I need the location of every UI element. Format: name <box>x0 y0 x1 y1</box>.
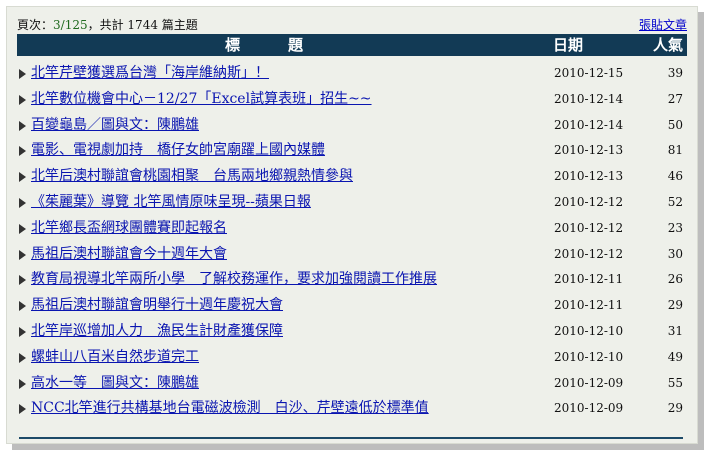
topic-views: 29 <box>667 401 683 416</box>
table-row: 馬祖后澳村聯誼會明舉行十週年慶祝大會 2010-12-11 29 <box>17 293 687 319</box>
bullet-arrow-icon <box>19 301 26 312</box>
table-row: 《茱麗葉》導覽 北竿風情原味呈現--蘋果日報 2010-12-12 52 <box>17 190 687 216</box>
topic-date: 2010-12-11 <box>554 298 624 313</box>
bullet-arrow-icon <box>19 378 26 389</box>
table-row: 北竿芹壁獲選爲台灣「海岸維納斯」！ 2010-12-15 39 <box>17 61 687 87</box>
title-column-header: 標題 <box>225 36 352 54</box>
table-row: 螺蚌山八百米自然步道完工 2010-12-10 49 <box>17 345 687 371</box>
bullet-arrow-icon <box>19 172 26 183</box>
post-article-link[interactable]: 張貼文章 <box>639 15 687 35</box>
bullet-arrow-icon <box>19 69 26 79</box>
topic-date: 2010-12-10 <box>554 323 624 338</box>
page-number: 3/125 <box>53 18 88 32</box>
topic-date: 2010-12-09 <box>554 401 624 416</box>
topic-title-link[interactable]: 北竿鄉長盃網球團體賽即起報名 <box>31 216 227 242</box>
topic-title-link[interactable]: 電影、電視劇加持 橋仔女帥宮廟躍上國內媒體 <box>31 138 325 164</box>
bullet-arrow-icon <box>19 94 26 105</box>
table-row: 北竿數位機會中心－12/27「Excel試算表班」招生~~ 2010-12-14 2… <box>17 87 687 113</box>
bullet-arrow-icon <box>19 223 26 234</box>
topic-date: 2010-12-12 <box>554 220 624 235</box>
table-header: 標題 日期 人氣 <box>17 34 687 56</box>
table-row: 馬祖后澳村聯誼會今十週年大會 2010-12-12 30 <box>17 242 687 268</box>
date-column-header: 日期 <box>553 36 584 54</box>
bullet-arrow-icon <box>19 275 26 286</box>
topic-views: 30 <box>667 246 683 261</box>
table-row: 北竿岸巡增加人力 漁民生計財產獲保障 2010-12-10 31 <box>17 319 687 345</box>
table-row: 電影、電視劇加持 橋仔女帥宮廟躍上國內媒體 2010-12-13 81 <box>17 138 687 164</box>
bottom-divider <box>19 437 683 439</box>
topic-date: 2010-12-11 <box>554 272 624 287</box>
table-row: 百變龜島／圖與文：陳鵬雄 2010-12-14 50 <box>17 113 687 139</box>
topic-title-link[interactable]: 螺蚌山八百米自然步道完工 <box>31 345 199 371</box>
table-row: 高水一等 圖與文：陳鵬雄 2010-12-09 55 <box>17 371 687 397</box>
topic-views: 39 <box>667 66 683 80</box>
topic-views: 49 <box>667 349 683 364</box>
topic-title-link[interactable]: 北竿后澳村聯誼會桃園相聚 台馬兩地鄉親熱情參與 <box>31 164 353 190</box>
topic-date: 2010-12-13 <box>554 143 624 158</box>
forum-panel: 頁次：3/125，共計 1744 篇主題 張貼文章 標題 日期 人氣 北竿芹壁獲… <box>6 6 698 444</box>
bullet-arrow-icon <box>19 404 26 415</box>
total-topics: ，共計 1744 篇主題 <box>87 18 198 32</box>
topic-title-link[interactable]: 北竿芹壁獲選爲台灣「海岸維納斯」！ <box>31 61 269 87</box>
bullet-arrow-icon <box>19 249 26 260</box>
topic-list: 北竿芹壁獲選爲台灣「海岸維納斯」！ 2010-12-15 39 北竿數位機會中心－12… <box>17 61 687 422</box>
topic-views: 26 <box>667 272 683 287</box>
topic-views: 29 <box>667 298 683 313</box>
topic-title-link[interactable]: 北竿岸巡增加人力 漁民生計財產獲保障 <box>31 319 283 345</box>
topic-date: 2010-12-15 <box>554 66 624 80</box>
bullet-arrow-icon <box>19 197 26 208</box>
topic-title-link[interactable]: 教育局視導北竿兩所小學 了解校務運作，要求加強閱讀工作推展 <box>31 267 437 293</box>
topic-views: 55 <box>667 375 683 390</box>
topic-date: 2010-12-12 <box>554 194 624 209</box>
topic-views: 81 <box>667 143 683 158</box>
table-row: 北竿鄉長盃網球團體賽即起報名 2010-12-12 23 <box>17 216 687 242</box>
table-row: 北竿后澳村聯誼會桃園相聚 台馬兩地鄉親熱情參與 2010-12-13 46 <box>17 164 687 190</box>
topic-views: 23 <box>667 220 683 235</box>
bullet-arrow-icon <box>19 326 26 337</box>
topic-date: 2010-12-13 <box>554 169 624 184</box>
topic-views: 27 <box>667 91 683 106</box>
bullet-arrow-icon <box>19 146 26 157</box>
views-column-header: 人氣 <box>652 36 683 54</box>
topic-date: 2010-12-09 <box>554 375 624 390</box>
topic-title-link[interactable]: 北竿數位機會中心－12/27「Excel試算表班」招生~~ <box>31 87 372 113</box>
topic-views: 31 <box>667 323 683 338</box>
topic-title-link[interactable]: 百變龜島／圖與文：陳鵬雄 <box>31 113 199 139</box>
topic-date: 2010-12-12 <box>554 246 624 261</box>
topic-title-link[interactable]: 《茱麗葉》導覽 北竿風情原味呈現--蘋果日報 <box>31 190 311 216</box>
bullet-arrow-icon <box>19 120 26 131</box>
table-row: 教育局視導北竿兩所小學 了解校務運作，要求加強閱讀工作推展 2010-12-11 2… <box>17 267 687 293</box>
topic-views: 52 <box>667 194 683 209</box>
page-info-bar: 頁次：3/125，共計 1744 篇主題 張貼文章 <box>17 15 687 35</box>
topic-title-link[interactable]: 馬祖后澳村聯誼會今十週年大會 <box>31 242 227 268</box>
topic-title-link[interactable]: NCC北竿進行共構基地台電磁波檢測 白沙、芹壁遠低於標準值 <box>31 396 429 422</box>
topic-title-link[interactable]: 高水一等 圖與文：陳鵬雄 <box>31 371 199 397</box>
page-label: 頁次： <box>17 18 54 32</box>
table-row: NCC北竿進行共構基地台電磁波檢測 白沙、芹壁遠低於標準值 2010-12-09 2… <box>17 396 687 422</box>
topic-views: 46 <box>667 169 683 184</box>
topic-views: 50 <box>667 117 683 132</box>
topic-date: 2010-12-10 <box>554 349 624 364</box>
topic-date: 2010-12-14 <box>554 91 624 106</box>
topic-date: 2010-12-14 <box>554 117 624 132</box>
topic-title-link[interactable]: 馬祖后澳村聯誼會明舉行十週年慶祝大會 <box>31 293 283 319</box>
bullet-arrow-icon <box>19 352 26 363</box>
